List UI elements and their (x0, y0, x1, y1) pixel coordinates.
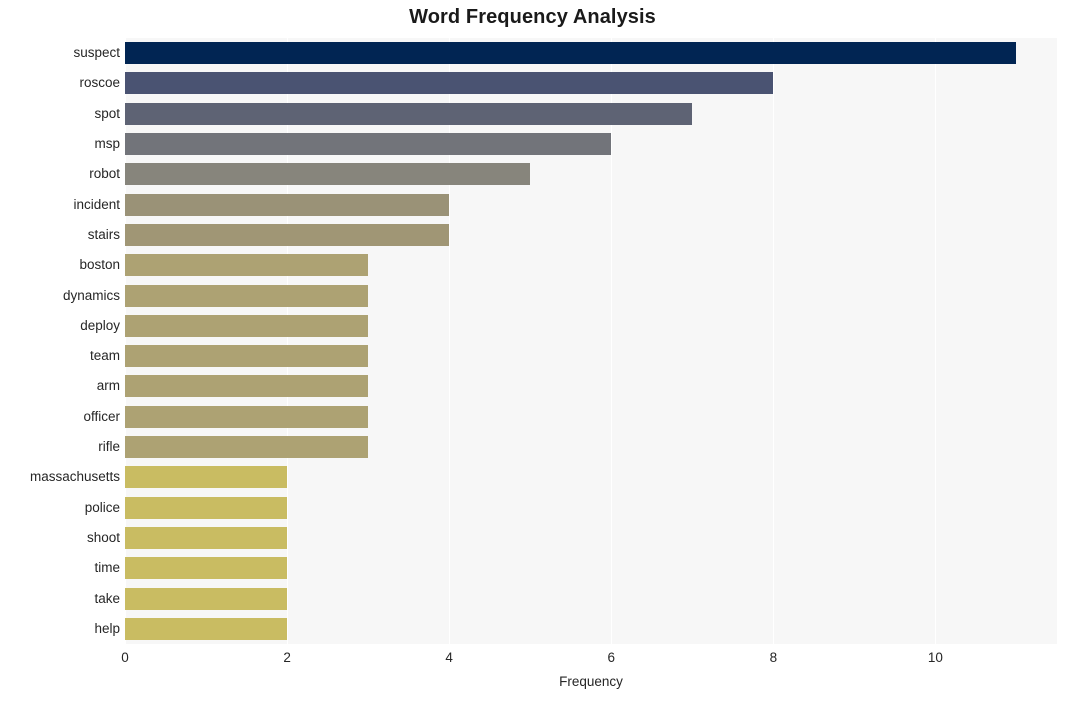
y-axis-tick-label: officer (83, 408, 120, 424)
y-axis-tick-label: massachusetts (29, 469, 120, 485)
bar (125, 102, 693, 125)
bar (125, 193, 450, 216)
bar (125, 466, 288, 489)
bar (125, 314, 369, 337)
plot-area (125, 38, 1057, 644)
y-axis-tick-label: suspect (73, 45, 120, 61)
bar (125, 72, 774, 95)
bar (125, 587, 288, 610)
bar (125, 254, 369, 277)
x-axis-tick-label: 0 (121, 650, 129, 665)
bar (125, 163, 531, 186)
bars-container (125, 38, 1057, 644)
x-axis-label: Frequency (559, 674, 623, 689)
chart-title: Word Frequency Analysis (409, 6, 656, 28)
bar (125, 345, 369, 368)
bar (125, 133, 612, 156)
x-axis-tick-label: 8 (769, 650, 778, 665)
y-axis-tick-label: team (89, 348, 120, 364)
bar (125, 526, 288, 549)
y-axis-tick-labels: suspect roscoe spot msp robot incident stairs b… (0, 38, 120, 644)
word-frequency-chart: Word Frequency Analysis suspect roscoe spo… (0, 0, 1065, 701)
bar (125, 617, 288, 640)
y-axis-tick-label: deploy (80, 317, 120, 333)
x-axis-tick-label: 2 (283, 650, 291, 665)
bar (125, 223, 450, 246)
y-axis-tick-label: police (84, 499, 120, 515)
y-axis-tick-label: shoot (86, 529, 120, 545)
x-axis-tick-label: 10 (927, 650, 943, 665)
y-axis-tick-label: incident (73, 196, 120, 212)
bar (125, 557, 288, 580)
bar (125, 375, 369, 398)
y-axis-tick-label: roscoe (79, 75, 120, 91)
y-axis-tick-label: time (94, 560, 120, 576)
x-axis-tick-label: 4 (445, 650, 453, 665)
y-axis-tick-label: msp (94, 136, 120, 152)
y-axis-tick-label: rifle (98, 439, 120, 455)
x-axis-tick-labels: 0 2 4 6 8 10 (0, 650, 1065, 670)
bar (125, 496, 288, 519)
bar (125, 42, 1017, 65)
bar (125, 405, 369, 428)
y-axis-tick-label: spot (94, 105, 120, 121)
y-axis-tick-label: arm (96, 378, 120, 394)
y-axis-tick-label: dynamics (62, 287, 120, 303)
y-axis-tick-label: robot (89, 166, 120, 182)
x-axis-tick-label: 6 (607, 650, 615, 665)
y-axis-tick-label: help (94, 620, 120, 636)
bar (125, 284, 369, 307)
y-axis-tick-label: take (94, 590, 120, 606)
bar (125, 436, 369, 459)
y-axis-tick-label: stairs (87, 226, 120, 242)
y-axis-tick-label: boston (79, 257, 120, 273)
